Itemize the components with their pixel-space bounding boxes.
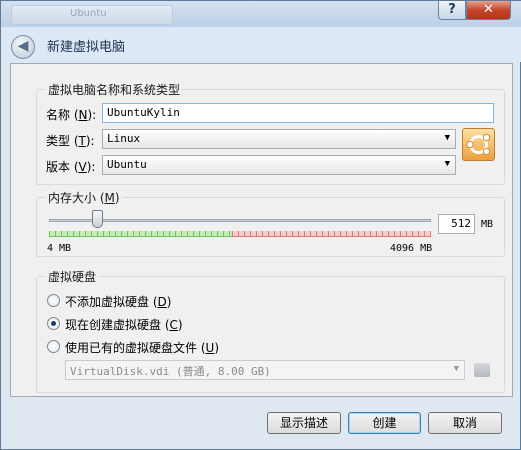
dialog-title: 新建虚拟电脑: [47, 40, 126, 55]
choose-disk-file-icon[interactable]: [474, 363, 490, 377]
name-label: 名称 (N):: [46, 108, 97, 122]
background-window-tab: Ubuntu: [11, 5, 173, 25]
disk-group-title: 虚拟硬盘: [46, 268, 99, 285]
no-disk-label[interactable]: 不添加虚拟硬盘 (D): [65, 293, 171, 310]
memory-slider-handle[interactable]: [92, 210, 103, 228]
name-input[interactable]: UbuntuKylin: [102, 103, 494, 123]
existing-disk-label[interactable]: 使用已有的虚拟硬盘文件 (U): [65, 339, 219, 356]
version-select-value: Ubuntu: [107, 158, 147, 171]
back-button[interactable]: ◀: [11, 35, 35, 59]
chevron-down-icon: ▼: [453, 364, 459, 374]
type-select[interactable]: Linux ▼: [102, 129, 456, 149]
create-button[interactable]: 创建: [348, 412, 421, 434]
memory-slider-track[interactable]: [49, 219, 431, 222]
version-select[interactable]: Ubuntu ▼: [102, 155, 456, 175]
memory-unit-label: MB: [481, 219, 494, 230]
cancel-button[interactable]: 取消: [428, 412, 502, 434]
new-vm-dialog: Ubuntu ? ✕ ◀ 新建虚拟电脑 虚拟电脑名称和系统类型 名称 (N): …: [0, 0, 521, 450]
existing-disk-radio[interactable]: [47, 340, 60, 353]
memory-max-label: 4096 MB: [390, 243, 433, 254]
type-select-value: Linux: [107, 132, 141, 145]
close-button[interactable]: ✕: [466, 1, 511, 20]
version-label: 版本 (V):: [46, 160, 96, 174]
type-label: 类型 (T):: [46, 134, 95, 148]
show-description-button[interactable]: 显示描述: [267, 412, 341, 434]
create-disk-label[interactable]: 现在创建虚拟硬盘 (C): [65, 316, 183, 333]
chevron-down-icon: ▼: [444, 133, 450, 143]
back-arrow-icon: ◀: [17, 38, 29, 54]
existing-disk-select[interactable]: VirtualDisk.vdi (普通, 8.00 GB) ▼: [65, 360, 465, 380]
create-disk-radio[interactable]: [47, 317, 60, 330]
ubuntu-os-icon: [462, 128, 495, 161]
memory-value-input[interactable]: 512: [438, 214, 475, 234]
memory-group: [36, 197, 505, 257]
memory-group-title: 内存大小 (M): [46, 189, 122, 206]
background-window-title: Ubuntu: [70, 8, 107, 19]
memory-scale-ok: [49, 231, 233, 237]
title-bar: Ubuntu ? ✕: [1, 1, 521, 27]
memory-min-label: 4 MB: [47, 243, 72, 254]
no-disk-radio[interactable]: [47, 294, 60, 307]
help-button[interactable]: ?: [438, 1, 466, 20]
chevron-down-icon: ▼: [444, 159, 450, 169]
memory-scale-warn: [232, 231, 431, 237]
memory-scale: [49, 231, 431, 237]
name-type-group-title: 虚拟电脑名称和系统类型: [46, 81, 183, 98]
existing-disk-select-value: VirtualDisk.vdi (普通, 8.00 GB): [70, 365, 271, 378]
